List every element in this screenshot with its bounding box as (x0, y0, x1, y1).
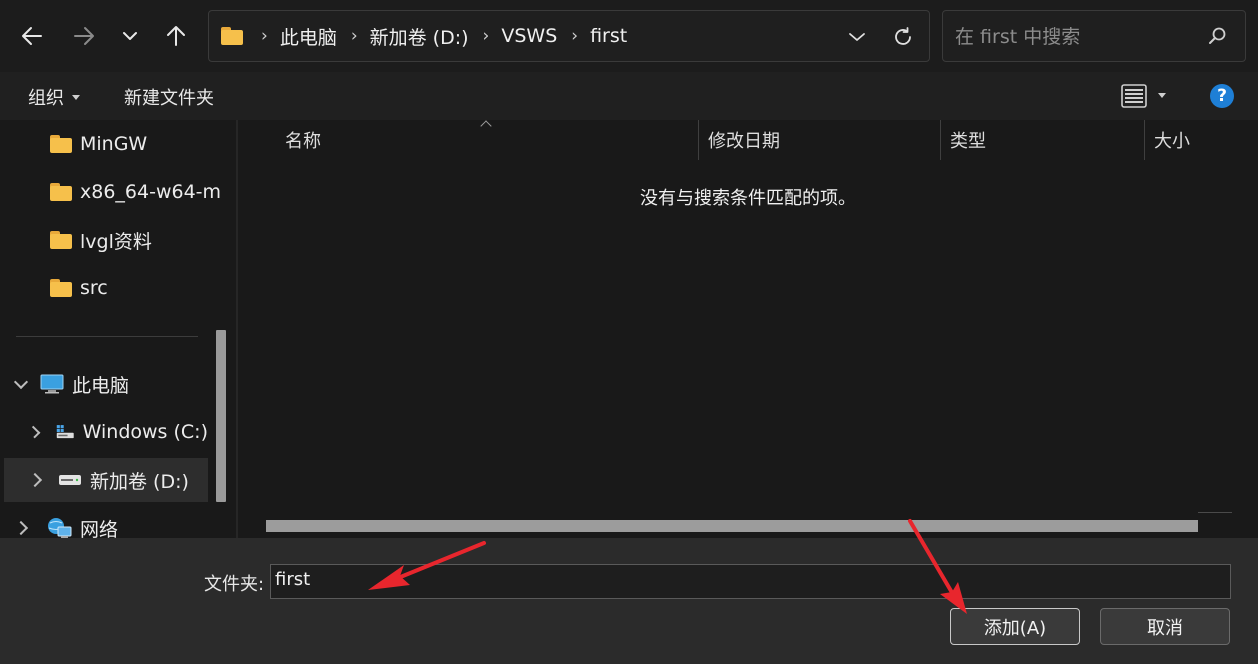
column-header-type[interactable]: 类型 (950, 120, 986, 160)
search-icon (1209, 27, 1226, 44)
breadcrumb-separator[interactable]: › (483, 26, 490, 46)
search-box[interactable] (942, 10, 1246, 62)
back-button[interactable] (14, 18, 50, 54)
sidebar-item-label: MinGW (80, 133, 148, 155)
sidebar-item-src[interactable]: src (50, 266, 108, 310)
empty-results-message: 没有与搜索条件匹配的项。 (640, 188, 856, 209)
sidebar-item-x86-64-w64[interactable]: x86_64-w64-m (50, 170, 221, 214)
breadcrumb-separator[interactable]: › (351, 26, 358, 46)
chevron-down-icon (123, 32, 137, 40)
sidebar-scrollbar[interactable] (216, 330, 226, 502)
breadcrumb-separator: › (261, 26, 268, 46)
navigation-bar: › 此电脑 › 新加卷 (D:) › VSWS › first (0, 0, 1258, 72)
folder-name-input[interactable] (270, 564, 1231, 599)
column-header-name[interactable]: 名称 (285, 120, 321, 160)
organize-button[interactable]: 组织 (28, 84, 80, 110)
cancel-button[interactable]: 取消 (1100, 608, 1230, 645)
sidebar-item-label: Windows (C:) (82, 421, 208, 443)
chevron-right-icon[interactable] (27, 472, 43, 488)
column-header-size[interactable]: 大小 (1154, 120, 1190, 160)
add-button[interactable]: 添加(A) (950, 608, 1080, 645)
sidebar-item-windows-c[interactable]: Windows (C:) (27, 410, 208, 454)
new-folder-button[interactable]: 新建文件夹 (124, 84, 214, 110)
breadcrumb-vsws[interactable]: VSWS (501, 25, 557, 47)
column-header-modified[interactable]: 修改日期 (708, 120, 780, 160)
windows-drive-icon (56, 425, 74, 439)
sidebar-item-drive-d[interactable]: 新加卷 (D:) (4, 458, 208, 502)
command-bar: 组织 新建文件夹 ? (0, 72, 1258, 120)
breadcrumb-this-pc[interactable]: 此电脑 (280, 23, 337, 50)
sort-ascending-icon (480, 120, 492, 132)
sidebar-item-label: lvgl资料 (80, 230, 152, 253)
column-separator[interactable] (698, 120, 699, 160)
arrow-right-icon (74, 27, 94, 45)
sidebar-item-label: src (80, 277, 108, 299)
network-icon (48, 518, 72, 538)
organize-label: 组织 (28, 88, 64, 109)
sidebar-item-label: 新加卷 (D:) (90, 470, 189, 493)
sidebar-item-this-pc[interactable]: 此电脑 (13, 362, 206, 406)
breadcrumb-drive-d[interactable]: 新加卷 (D:) (370, 23, 469, 50)
caret-down-icon (72, 94, 80, 100)
chevron-down-icon[interactable] (13, 374, 29, 390)
sidebar-item-label: 网络 (80, 518, 119, 539)
sidebar-divider (16, 336, 198, 337)
folder-icon (50, 279, 72, 297)
help-button[interactable]: ? (1210, 84, 1234, 108)
breadcrumb-separator[interactable]: › (571, 26, 578, 46)
search-input[interactable] (953, 23, 1193, 51)
refresh-button[interactable] (889, 23, 917, 51)
folder-icon (50, 183, 72, 201)
column-separator[interactable] (940, 120, 941, 160)
folder-field-label: 文件夹: (204, 574, 265, 595)
chevron-right-icon[interactable] (13, 520, 29, 536)
refresh-icon (895, 27, 911, 45)
sidebar-item-lvgl[interactable]: lvgl资料 (50, 218, 152, 262)
address-bar[interactable]: › 此电脑 › 新加卷 (D:) › VSWS › first (208, 10, 930, 62)
forward-button[interactable] (66, 18, 102, 54)
scrollbar-track-end (1198, 512, 1232, 513)
computer-icon (40, 374, 64, 394)
sidebar-item-network[interactable]: 网络 (13, 506, 206, 539)
arrow-up-icon (167, 26, 185, 46)
horizontal-scrollbar[interactable] (266, 520, 1198, 532)
dialog-footer: 文件夹: 添加(A) 取消 (0, 538, 1258, 664)
recent-locations-button[interactable] (112, 18, 148, 54)
navigation-pane: MinGW x86_64-w64-m lvgl资料 src 此电脑 Window… (0, 120, 236, 538)
folder-icon (50, 135, 72, 153)
drive-icon (59, 475, 81, 485)
chevron-right-icon[interactable] (27, 425, 41, 439)
view-menu-caret-icon[interactable] (1158, 93, 1166, 98)
file-list: 名称 修改日期 类型 大小 没有与搜索条件匹配的项。 (238, 120, 1258, 538)
folder-icon (50, 231, 72, 249)
address-history-button[interactable] (845, 25, 869, 49)
breadcrumb: › 此电脑 › 新加卷 (D:) › VSWS › first (247, 23, 627, 50)
view-options-icon[interactable] (1120, 83, 1148, 109)
folder-icon (221, 27, 243, 45)
column-separator[interactable] (1144, 120, 1145, 160)
chevron-down-icon (849, 33, 865, 41)
sidebar-item-label: x86_64-w64-m (80, 181, 222, 203)
sidebar-item-label: 此电脑 (72, 374, 130, 397)
arrow-left-icon (22, 27, 42, 45)
breadcrumb-first[interactable]: first (590, 25, 627, 47)
up-button[interactable] (158, 18, 194, 54)
sidebar-item-mingw[interactable]: MinGW (50, 122, 147, 166)
